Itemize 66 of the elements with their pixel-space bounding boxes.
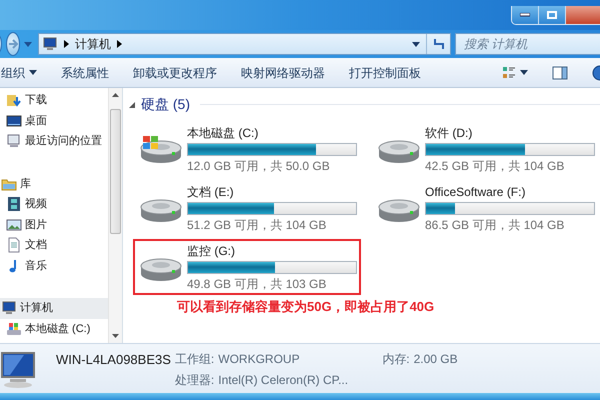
scroll-up-icon [112,93,119,97]
drive-name[interactable]: 本地磁盘 (C:) [187,124,357,142]
annotation-text: 可以看到存储容量变为50G，即被占用了40G [177,298,436,316]
toolbar-button[interactable]: 系统属性 [61,62,109,84]
drive-icon [6,320,22,337]
scrollbar[interactable] [108,88,122,343]
maximize-icon [547,11,557,19]
drive-name[interactable]: 软件 (D:) [425,124,595,142]
drive-name[interactable]: OfficeSoftware (F:) [425,182,595,200]
computer-name: WIN-L4LA098BE3S [56,351,171,369]
free-space-text: 51.2 GB 可用，共 104 GB [187,216,328,234]
sidebar-item[interactable]: 库 [0,174,108,194]
sidebar-item[interactable]: 音乐 [0,256,108,276]
field-value: Intel(R) Celeron(R) CP... [218,372,350,389]
field-value: WORKGROUP [218,351,301,368]
computer-icon [42,36,58,52]
free-space-text: 49.8 GB 可用，共 103 GB [187,276,328,292]
document-icon [6,237,22,254]
computer-icon [0,350,38,390]
sidebar-item[interactable]: 下载 [0,90,108,110]
picture-icon [6,216,22,233]
download-folder-icon [6,92,22,108]
scroll-down-icon [112,334,119,338]
minimize-icon [520,13,530,17]
toolbar-button[interactable]: 映射网络驱动器 [241,62,325,84]
view-list-icon [502,66,516,80]
sidebar-item[interactable]: 本地磁盘 (C:) [0,318,108,339]
free-space-text: 12.0 GB 可用，共 50.0 GB [187,158,331,174]
sidebar-item[interactable]: 图片 [0,214,108,235]
sidebar-item[interactable]: 桌面 [0,110,108,131]
maximize-button[interactable] [539,6,566,24]
field-label: 处理器: [174,372,214,389]
breadcrumb-arrow-icon [64,40,69,48]
desktop-icon [6,112,22,129]
toolbar-button[interactable]: 打开控制面板 [349,62,421,84]
toolbar-button[interactable]: 组织 [1,62,37,84]
computer-icon [1,300,17,316]
breadcrumb-arrow-icon [117,40,122,48]
forward-button[interactable] [6,32,20,56]
drive-name[interactable]: 监控 (G:) [187,242,357,260]
toolbar-button[interactable]: 卸载或更改程序 [133,62,217,84]
recent-places-icon [6,133,22,150]
system-drive-icon [139,134,183,164]
field-value: 2.00 GB [414,351,458,368]
dropdown-caret-icon [412,42,420,46]
video-icon [6,196,22,212]
forward-arrow-icon [7,38,19,50]
history-caret-icon [24,42,32,46]
dropdown-caret-icon [520,70,528,75]
sidebar-item[interactable]: 视频 [0,194,108,214]
drive-name[interactable]: 文档 (E:) [187,182,357,200]
preview-pane-icon [552,66,568,80]
address-field[interactable]: 计算机 [38,33,451,55]
field-label: 工作组: [174,351,214,368]
sidebar-item[interactable]: 文档 [0,235,108,256]
sidebar-item[interactable]: 计算机 [0,298,108,318]
minimize-button[interactable] [512,6,539,24]
free-space-text: 42.5 GB 可用，共 104 GB [425,158,566,174]
collapse-triangle-icon [129,102,135,108]
search-field[interactable]: 搜索 计算机 [455,33,600,55]
free-space-text: 86.5 GB 可用，共 104 GB [425,216,566,234]
sidebar-item[interactable]: 最近访问的位置 [0,131,108,152]
section-title: 硬盘 (5) [141,95,190,114]
field-label: 内存: [382,351,410,368]
preview-pane-button[interactable] [552,64,568,82]
breadcrumb-item[interactable]: 计算机 [75,35,111,53]
